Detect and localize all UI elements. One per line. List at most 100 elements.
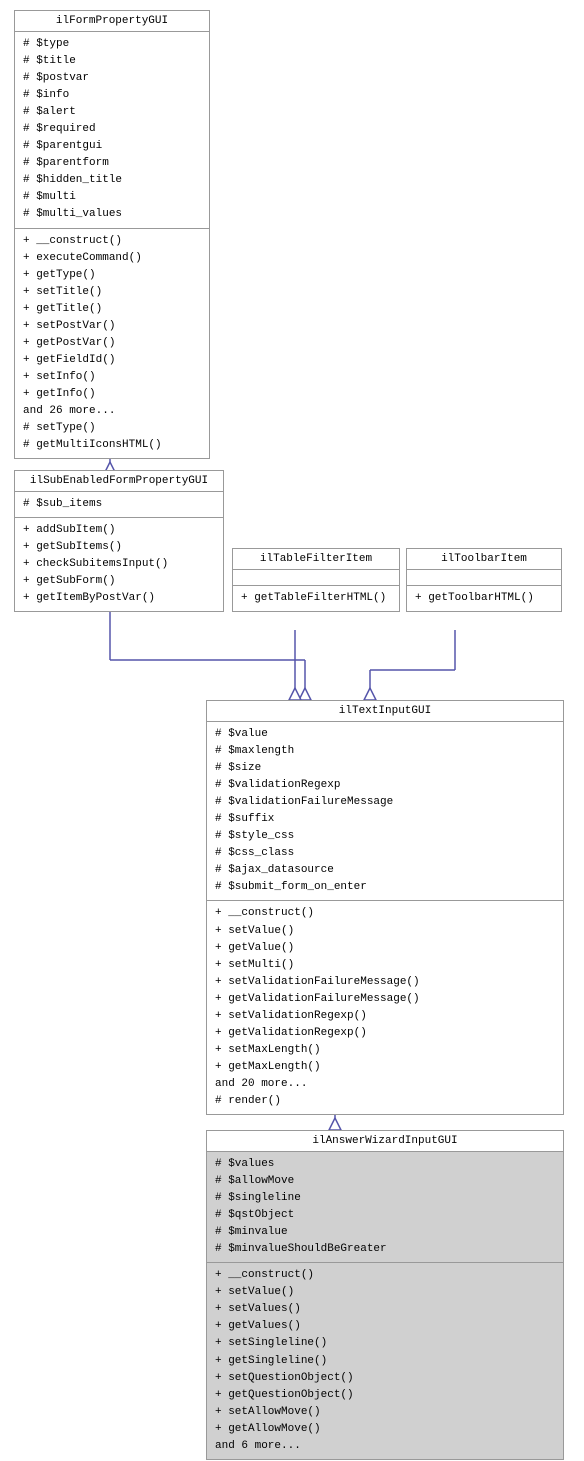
field-multi_values: # $multi_values	[23, 206, 201, 223]
ans-method-setSingleline: + setSingleline()	[215, 1335, 555, 1352]
ilSubEnabledFormPropertyGUI-box: ilSubEnabledFormPropertyGUI # $sub_items…	[14, 470, 224, 612]
field-title: # $title	[23, 53, 201, 70]
ans-method-setValue: + setValue()	[215, 1284, 555, 1301]
method-getTitle: + getTitle()	[23, 301, 201, 318]
method-getMultiIconsHTML: # getMultiIconsHTML()	[23, 437, 201, 454]
arrowhead-sub-to-text	[299, 688, 311, 700]
sub-method-getSubForm: + getSubForm()	[23, 573, 215, 590]
text-method-render: # render()	[215, 1093, 555, 1110]
text-method-getMaxLength: + getMaxLength()	[215, 1059, 555, 1076]
field-type: # $type	[23, 36, 201, 53]
text-field-value: # $value	[215, 726, 555, 743]
sub-method-addSubItem: + addSubItem()	[23, 522, 215, 539]
field-multi: # $multi	[23, 189, 201, 206]
field-required: # $required	[23, 121, 201, 138]
ilFormPropertyGUI-title: ilFormPropertyGUI	[15, 11, 209, 32]
text-field-submit_form_on_enter: # $submit_form_on_enter	[215, 879, 555, 896]
field-hidden_title: # $hidden_title	[23, 172, 201, 189]
text-field-suffix: # $suffix	[215, 811, 555, 828]
ilAnswerWizardInputGUI-title: ilAnswerWizardInputGUI	[207, 1131, 563, 1152]
sub-method-getSubItems: + getSubItems()	[23, 539, 215, 556]
ilTableFilterItem-methods: + getTableFilterHTML()	[233, 586, 399, 611]
ilToolbarItem-box: ilToolbarItem + getToolbarHTML()	[406, 548, 562, 612]
method-getType: + getType()	[23, 267, 201, 284]
text-method-more: and 20 more...	[215, 1076, 555, 1093]
ilTableFilterItem-fields	[233, 570, 399, 586]
text-method-setValidationFailureMessage: + setValidationFailureMessage()	[215, 974, 555, 991]
method-setTitle: + setTitle()	[23, 284, 201, 301]
ilTextInputGUI-box: ilTextInputGUI # $value # $maxlength # $…	[206, 700, 564, 1115]
ans-method-setAllowMove: + setAllowMove()	[215, 1404, 555, 1421]
text-field-style_css: # $style_css	[215, 828, 555, 845]
ilAnswerWizardInputGUI-methods: + __construct() + setValue() + setValues…	[207, 1263, 563, 1459]
ans-method-getAllowMove: + getAllowMove()	[215, 1421, 555, 1438]
method-construct: + __construct()	[23, 233, 201, 250]
method-getPostVar: + getPostVar()	[23, 335, 201, 352]
ans-method-setValues: + setValues()	[215, 1301, 555, 1318]
ilTableFilterItem-title: ilTableFilterItem	[233, 549, 399, 570]
ilAnswerWizardInputGUI-fields: # $values # $allowMove # $singleline # $…	[207, 1152, 563, 1263]
field-alert: # $alert	[23, 104, 201, 121]
ilAnswerWizardInputGUI-box: ilAnswerWizardInputGUI # $values # $allo…	[206, 1130, 564, 1460]
ans-field-minvalueShouldBeGreater: # $minvalueShouldBeGreater	[215, 1241, 555, 1258]
sub-field-sub_items: # $sub_items	[23, 496, 215, 513]
ilSubEnabledFormPropertyGUI-title: ilSubEnabledFormPropertyGUI	[15, 471, 223, 492]
text-field-maxlength: # $maxlength	[215, 743, 555, 760]
text-field-css_class: # $css_class	[215, 845, 555, 862]
method-getFieldId: + getFieldId()	[23, 352, 201, 369]
ilTableFilterItem-box: ilTableFilterItem + getTableFilterHTML()	[232, 548, 400, 612]
ilFormPropertyGUI-methods: + __construct() + executeCommand() + get…	[15, 229, 209, 459]
text-field-validationRegexp: # $validationRegexp	[215, 777, 555, 794]
text-field-ajax_datasource: # $ajax_datasource	[215, 862, 555, 879]
ans-method-getValues: + getValues()	[215, 1318, 555, 1335]
ans-method-more: and 6 more...	[215, 1438, 555, 1455]
ans-method-getQuestionObject: + getQuestionObject()	[215, 1387, 555, 1404]
ilToolbarItem-title: ilToolbarItem	[407, 549, 561, 570]
text-method-setValidationRegexp: + setValidationRegexp()	[215, 1008, 555, 1025]
ilSubEnabledFormPropertyGUI-fields: # $sub_items	[15, 492, 223, 518]
ans-field-singleline: # $singleline	[215, 1190, 555, 1207]
method-setPostVar: + setPostVar()	[23, 318, 201, 335]
ans-method-construct: + __construct()	[215, 1267, 555, 1284]
text-method-getValidationRegexp: + getValidationRegexp()	[215, 1025, 555, 1042]
method-executeCommand: + executeCommand()	[23, 250, 201, 267]
text-method-setValue: + setValue()	[215, 923, 555, 940]
text-method-construct: + __construct()	[215, 905, 555, 922]
text-method-getValue: + getValue()	[215, 940, 555, 957]
table-method-getTableFilterHTML: + getTableFilterHTML()	[241, 590, 391, 607]
ilTextInputGUI-fields: # $value # $maxlength # $size # $validat…	[207, 722, 563, 901]
method-setType: # setType()	[23, 420, 201, 437]
arrowhead-table-to-text	[289, 688, 301, 700]
ans-field-values: # $values	[215, 1156, 555, 1173]
ilToolbarItem-methods: + getToolbarHTML()	[407, 586, 561, 611]
text-field-size: # $size	[215, 760, 555, 777]
text-method-getValidationFailureMessage: + getValidationFailureMessage()	[215, 991, 555, 1008]
field-parentgui: # $parentgui	[23, 138, 201, 155]
ilFormPropertyGUI-box: ilFormPropertyGUI # $type # $title # $po…	[14, 10, 210, 459]
ilTextInputGUI-title: ilTextInputGUI	[207, 701, 563, 722]
ans-method-getSingleline: + getSingleline()	[215, 1353, 555, 1370]
field-parentform: # $parentform	[23, 155, 201, 172]
method-getInfo: + getInfo()	[23, 386, 201, 403]
text-method-setMulti: + setMulti()	[215, 957, 555, 974]
text-field-validationFailureMessage: # $validationFailureMessage	[215, 794, 555, 811]
arrowhead-toolbar-to-text	[364, 688, 376, 700]
sub-method-checkSubitemsInput: + checkSubitemsInput()	[23, 556, 215, 573]
ilSubEnabledFormPropertyGUI-methods: + addSubItem() + getSubItems() + checkSu…	[15, 518, 223, 611]
field-info: # $info	[23, 87, 201, 104]
diagram-container: ilFormPropertyGUI # $type # $title # $po…	[0, 0, 584, 1461]
ilToolbarItem-fields	[407, 570, 561, 586]
arrowhead-text-to-answer	[329, 1118, 341, 1130]
toolbar-method-getToolbarHTML: + getToolbarHTML()	[415, 590, 553, 607]
ans-field-allowMove: # $allowMove	[215, 1173, 555, 1190]
field-postvar: # $postvar	[23, 70, 201, 87]
ans-field-minvalue: # $minvalue	[215, 1224, 555, 1241]
ilTextInputGUI-methods: + __construct() + setValue() + getValue(…	[207, 901, 563, 1114]
ilFormPropertyGUI-fields: # $type # $title # $postvar # $info # $a…	[15, 32, 209, 229]
text-method-setMaxLength: + setMaxLength()	[215, 1042, 555, 1059]
ans-field-qstObject: # $qstObject	[215, 1207, 555, 1224]
ans-method-setQuestionObject: + setQuestionObject()	[215, 1370, 555, 1387]
sub-method-getItemByPostVar: + getItemByPostVar()	[23, 590, 215, 607]
method-setInfo: + setInfo()	[23, 369, 201, 386]
method-more: and 26 more...	[23, 403, 201, 420]
